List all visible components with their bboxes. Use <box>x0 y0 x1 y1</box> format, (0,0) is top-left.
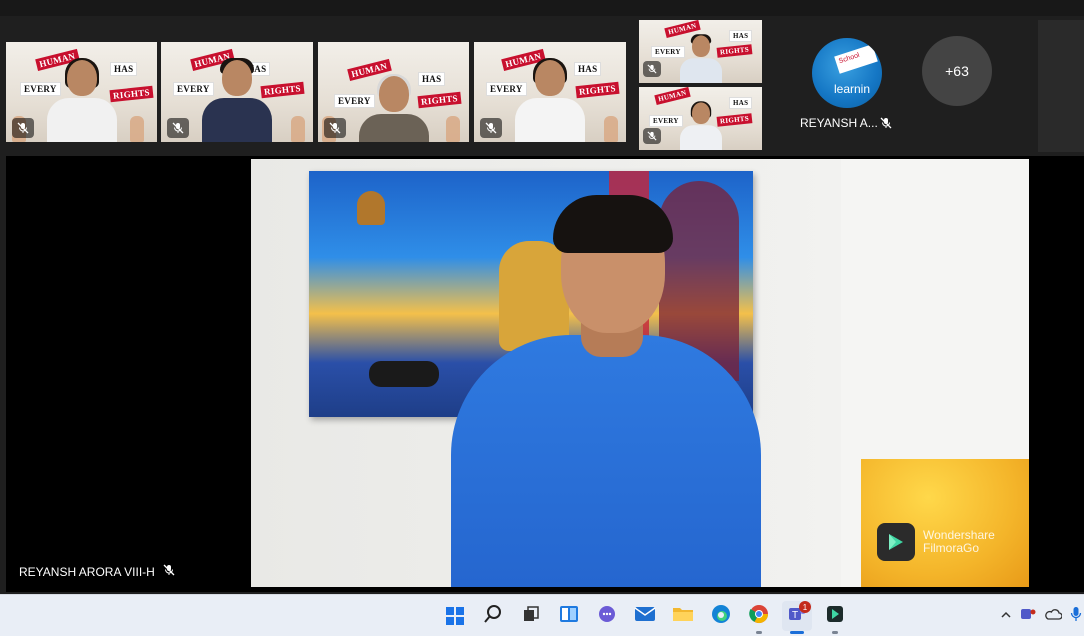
participant-tile[interactable]: HUMAN HAS EVERY RIGHTS <box>639 87 762 150</box>
main-stage: Wondershare FilmoraGo REYANSH ARORA VIII… <box>6 156 1084 592</box>
hand-graphic <box>604 116 618 142</box>
chrome-button[interactable] <box>744 601 774 634</box>
mail-button[interactable] <box>630 601 660 631</box>
chat-icon <box>597 604 617 629</box>
speaker-video[interactable]: Wondershare FilmoraGo <box>251 159 1029 587</box>
onedrive-icon[interactable] <box>1044 607 1063 626</box>
participant-video <box>46 58 117 142</box>
poster-sign: HAS <box>729 97 753 109</box>
search-button[interactable] <box>478 601 508 631</box>
participant-tile[interactable]: HUMAN HAS EVERY RIGHTS <box>318 42 469 142</box>
title-bar <box>0 0 1084 16</box>
chevron-up-icon[interactable] <box>1000 608 1012 626</box>
hand-graphic <box>291 116 305 142</box>
participant-tile[interactable]: HUMAN HAS EVERY RIGHTS <box>474 42 626 142</box>
mic-off-icon <box>163 564 175 579</box>
participant-video <box>515 58 585 142</box>
chrome-icon <box>749 604 769 629</box>
side-panel-edge <box>1038 20 1084 152</box>
taskbar-apps: T1 <box>440 601 850 634</box>
filmora-watermark: Wondershare FilmoraGo <box>877 523 995 561</box>
teams-button[interactable]: T1 <box>782 601 812 634</box>
notification-badge: 1 <box>799 601 811 613</box>
teams-tray-icon[interactable] <box>1020 606 1036 627</box>
task-view-icon <box>522 605 540 628</box>
start-button[interactable] <box>440 601 470 631</box>
chat-button[interactable] <box>592 601 622 631</box>
mic-off-icon <box>643 61 661 77</box>
mic-off-icon <box>480 118 502 138</box>
mic-off-icon <box>12 118 34 138</box>
filmora-button[interactable] <box>820 601 850 634</box>
more-participants-button[interactable]: +63 <box>922 36 992 106</box>
participant-name: REYANSH A... <box>800 116 878 130</box>
participant-tile[interactable]: HUMAN HAS EVERY RIGHTS <box>161 42 313 142</box>
poster-sign: EVERY <box>649 115 683 127</box>
filmora-logo-icon <box>877 523 915 561</box>
avatar: School learnin <box>812 38 882 108</box>
folder-icon <box>672 605 694 628</box>
edge-icon <box>711 604 731 629</box>
poster-sign: HAS <box>729 30 753 42</box>
mic-off-icon <box>167 118 189 138</box>
windows-taskbar: T1 <box>0 594 1084 636</box>
svg-text:T: T <box>792 610 798 621</box>
mic-off-icon <box>643 128 661 144</box>
file-explorer-button[interactable] <box>668 601 698 631</box>
hand-graphic <box>446 116 460 142</box>
participant-video <box>202 58 272 142</box>
system-tray <box>1000 606 1082 627</box>
speaker-name: REYANSH ARORA VIII-H <box>19 564 155 579</box>
avatar-text: learnin <box>834 82 871 96</box>
widgets-button[interactable] <box>554 601 584 631</box>
edge-button[interactable] <box>706 601 736 631</box>
widgets-icon <box>559 604 579 629</box>
task-view-button[interactable] <box>516 601 546 631</box>
teams-meeting-window: HUMAN HAS EVERY RIGHTS HUMAN HAS EVERY R… <box>0 0 1084 594</box>
filmora-app-icon <box>825 604 845 629</box>
search-icon <box>483 604 503 629</box>
hand-graphic <box>130 116 144 142</box>
participant-video <box>358 74 429 142</box>
avatar-participant-tile[interactable]: School learnin REYANSH A... +63 <box>780 20 1030 152</box>
avatar-flag: School <box>834 44 878 74</box>
mail-icon <box>634 605 656 628</box>
speaker-person <box>451 195 761 587</box>
speaker-name-label: REYANSH ARORA VIII-H <box>19 564 175 579</box>
participant-video <box>679 34 722 83</box>
mic-off-icon <box>324 118 346 138</box>
participant-tile[interactable]: HUMAN HAS EVERY RIGHTS <box>6 42 157 142</box>
participant-tile[interactable]: HUMAN HAS EVERY RIGHTS <box>639 20 762 83</box>
participant-video <box>679 101 722 150</box>
mic-off-icon <box>880 116 892 134</box>
microphone-icon[interactable] <box>1070 606 1082 627</box>
watermark-line: FilmoraGo <box>923 541 980 555</box>
